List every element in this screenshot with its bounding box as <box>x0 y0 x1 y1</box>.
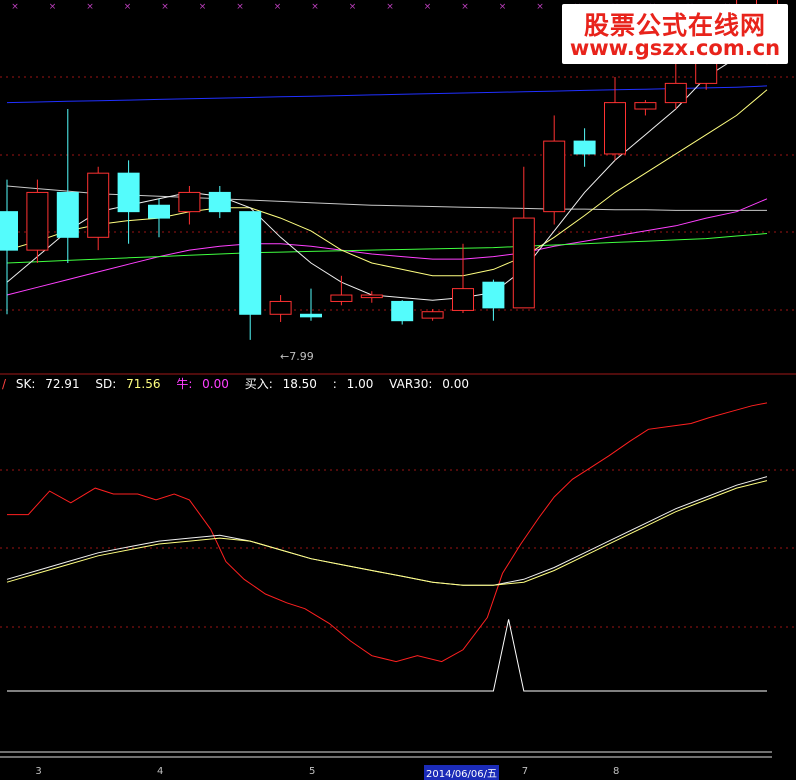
candle-18 <box>543 115 566 225</box>
legend-buy-value: 18.50 <box>282 377 317 391</box>
candle-8 <box>239 211 262 340</box>
candle-15 <box>452 243 474 313</box>
candle-body-14 <box>421 311 444 319</box>
top-tick-mark-8: × <box>311 2 319 12</box>
candle-body-12 <box>360 294 383 299</box>
candle-body-10 <box>300 313 322 318</box>
top-tick-mark-11: × <box>424 2 432 12</box>
candle-body-11 <box>330 294 353 302</box>
low-price-annotation: ←7.99 <box>280 350 314 363</box>
top-tick-mark-6: × <box>236 2 244 12</box>
legend-prefix: / <box>2 377 7 391</box>
candle-9 <box>269 295 292 322</box>
candle-body-5 <box>148 204 170 219</box>
candle-body-22 <box>664 82 687 104</box>
top-tick-mark-5: × <box>199 2 207 12</box>
top-tick-mark-0: × <box>11 2 19 12</box>
panel-frame <box>0 373 796 758</box>
watermark-logo: 股票公式在线网 www.gszx.com.cn <box>562 4 788 64</box>
candle-body-6 <box>178 191 201 213</box>
x-axis-label-0: 3 <box>35 766 42 777</box>
candle-body-19 <box>573 140 596 155</box>
grid-lines <box>0 76 796 628</box>
legend-unnamed-value: 1.00 <box>346 377 374 391</box>
legend-buy-label: 买入: <box>244 377 277 391</box>
candle-body-13 <box>391 300 414 322</box>
indicator-line-3 <box>7 619 767 692</box>
legend-unnamed-label: : <box>332 377 341 391</box>
legend-var30-label: VAR30: <box>389 377 437 391</box>
x-axis-label-4: 8 <box>613 766 620 777</box>
candle-body-3 <box>87 172 110 238</box>
candle-body-16 <box>482 281 505 309</box>
top-tick-mark-1: × <box>49 2 57 12</box>
candle-19 <box>573 128 596 167</box>
indicator-legend: / SK: 72.91 SD: 71.56 牛: 0.00 买入: 18.50 … <box>2 375 481 391</box>
legend-sd: SD: 71.56 <box>95 377 166 391</box>
candle-body-7 <box>208 191 231 213</box>
candle-6 <box>178 186 201 225</box>
candle-7 <box>208 186 231 219</box>
candle-body-15 <box>452 288 474 311</box>
legend-var30-value: 0.00 <box>442 377 470 391</box>
candle-body-2 <box>56 191 79 238</box>
top-tick-mark-7: × <box>274 2 282 12</box>
ma-line-2 <box>6 198 768 296</box>
legend-niu: 牛: 0.00 <box>176 377 235 391</box>
candle-4 <box>117 160 140 244</box>
legend-niu-value: 0.00 <box>202 377 229 391</box>
candle-body-20 <box>604 102 626 155</box>
candle-14 <box>421 309 444 321</box>
candle-body-21 <box>634 102 657 110</box>
top-tick-mark-10: × <box>386 2 394 12</box>
candle-body-1 <box>26 191 49 251</box>
candle-body-4 <box>117 172 140 213</box>
top-tick-mark-3: × <box>124 2 132 12</box>
candle-body-8 <box>239 211 262 315</box>
x-axis-label-2: 5 <box>309 766 316 777</box>
candle-body-17 <box>512 217 535 309</box>
indicator-line-0 <box>7 402 768 663</box>
ma-line-3 <box>6 233 768 264</box>
legend-niu-label: 牛: <box>176 377 197 391</box>
legend-sk-label: SK: <box>15 377 40 391</box>
moving-average-lines <box>6 25 768 301</box>
candle-16 <box>482 279 505 321</box>
x-axis-label-1: 4 <box>157 766 164 777</box>
top-tick-mark-2: × <box>86 2 94 12</box>
legend-sd-value: 71.56 <box>126 377 161 391</box>
candle-17 <box>512 166 535 309</box>
watermark-url: www.gszx.com.cn <box>569 36 781 60</box>
legend-sk: SK: 72.91 <box>16 377 86 391</box>
ma-line-0 <box>6 85 768 104</box>
candle-2 <box>56 109 79 263</box>
candle-1 <box>26 179 49 263</box>
top-tick-mark-9: × <box>349 2 357 12</box>
legend-var30: VAR30: 0.00 <box>389 377 475 391</box>
legend-sk-value: 72.91 <box>45 377 80 391</box>
legend-unnamed: : 1.00 <box>333 377 380 391</box>
candle-body-0 <box>0 211 18 251</box>
candle-body-9 <box>269 300 292 315</box>
top-tick-mark-14: × <box>536 2 544 12</box>
x-axis-label-3: 7 <box>521 766 529 777</box>
indicator-line-1 <box>6 476 768 586</box>
indicator-lines <box>6 402 768 692</box>
candle-10 <box>300 288 322 321</box>
candle-body-18 <box>543 140 566 213</box>
candle-21 <box>634 100 657 116</box>
top-tick-mark-13: × <box>499 2 507 12</box>
ma-line-5 <box>6 25 768 301</box>
candle-11 <box>330 275 353 306</box>
candle-12 <box>360 291 383 303</box>
top-tick-mark-4: × <box>161 2 169 12</box>
candle-3 <box>87 166 110 251</box>
legend-buy: 买入: 18.50 <box>245 377 323 391</box>
legend-sd-label: SD: <box>95 377 121 391</box>
top-tick-mark-12: × <box>461 2 469 12</box>
candle-13 <box>391 300 414 325</box>
indicator-line-2 <box>6 480 768 586</box>
